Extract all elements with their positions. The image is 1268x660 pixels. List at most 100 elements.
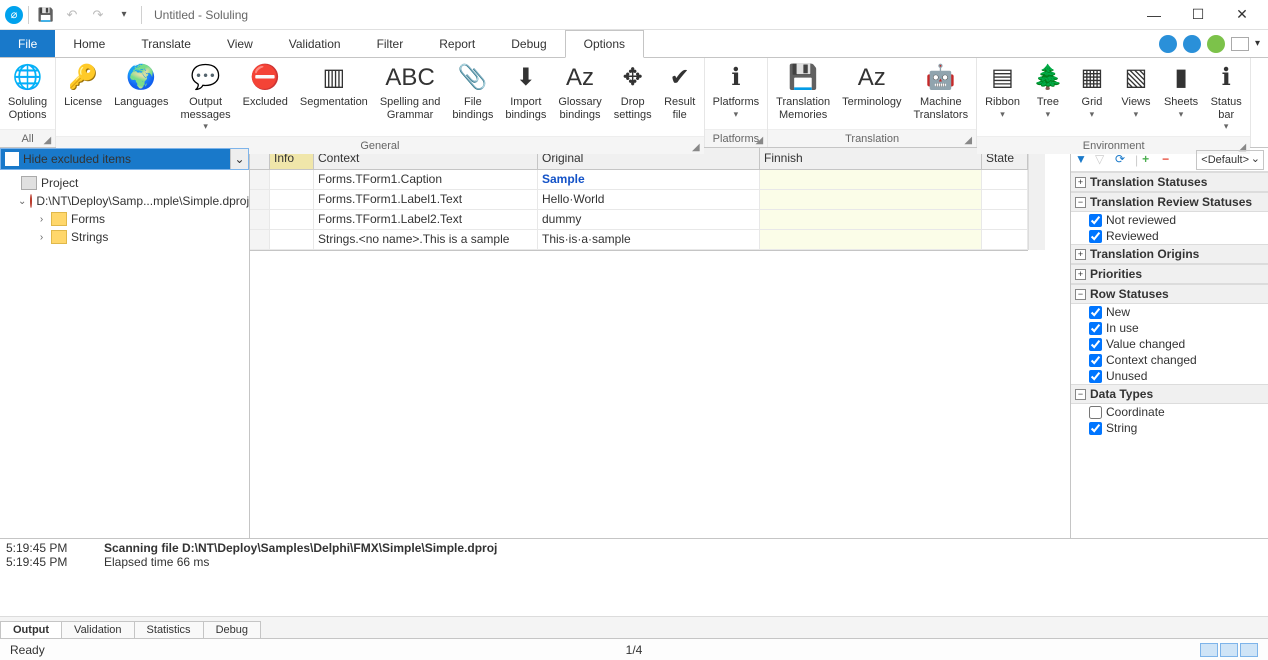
- row-selector[interactable]: [250, 230, 270, 250]
- row-status-item[interactable]: Value changed: [1071, 336, 1268, 352]
- cell-original[interactable]: Hello·World: [538, 190, 760, 210]
- cell-state[interactable]: [982, 230, 1028, 250]
- close-button[interactable]: ✕: [1220, 0, 1264, 30]
- cell-info[interactable]: [270, 230, 314, 250]
- ribbon-soluling[interactable]: 🌐SolulingOptions: [2, 60, 53, 123]
- section-row-statuses[interactable]: −Row Statuses: [1071, 284, 1268, 304]
- ribbon-statusv[interactable]: ℹStatusbar▾: [1204, 60, 1248, 134]
- ribbon-tm[interactable]: 💾TranslationMemories: [770, 60, 836, 123]
- checkbox[interactable]: [1089, 306, 1102, 319]
- cell-original[interactable]: dummy: [538, 210, 760, 230]
- tree-node-strings[interactable]: ›Strings: [2, 228, 247, 246]
- ribbon-term[interactable]: AᴢTerminology: [836, 60, 907, 111]
- data-type-item[interactable]: Coordinate: [1071, 404, 1268, 420]
- ribbon-segmentation[interactable]: ▥Segmentation: [294, 60, 374, 111]
- ribbon-license[interactable]: 🔑License: [58, 60, 108, 111]
- cell-state[interactable]: [982, 190, 1028, 210]
- checkbox[interactable]: [1089, 422, 1102, 435]
- tab-file[interactable]: File: [0, 30, 55, 57]
- output-body[interactable]: 5:19:45 PMScanning file D:\NT\Deploy\Sam…: [0, 539, 1268, 616]
- layout-icon-3[interactable]: [1240, 643, 1258, 657]
- cell-info[interactable]: [270, 210, 314, 230]
- ribbon-drop[interactable]: ✥Dropsettings: [608, 60, 658, 123]
- undo-icon[interactable]: ↶: [60, 3, 84, 27]
- tab-view[interactable]: View: [209, 30, 271, 57]
- ribbon-filebind[interactable]: 📎Filebindings: [446, 60, 499, 123]
- cell-info[interactable]: [270, 190, 314, 210]
- cell-state[interactable]: [982, 210, 1028, 230]
- ribbon-importbind[interactable]: ⬇Importbindings: [499, 60, 552, 123]
- ribbon-output[interactable]: 💬Outputmessages▾: [175, 60, 237, 134]
- section-origins[interactable]: +Translation Origins: [1071, 244, 1268, 264]
- app-icon[interactable]: ⌀: [5, 6, 23, 24]
- redo-icon[interactable]: ↷: [86, 3, 110, 27]
- ribbon-excluded[interactable]: ⛔Excluded: [237, 60, 294, 111]
- ribbon-glossary[interactable]: AᴢGlossarybindings: [552, 60, 607, 123]
- row-status-item[interactable]: Context changed: [1071, 352, 1268, 368]
- chevron-down-icon[interactable]: ⌄: [230, 149, 248, 169]
- feedback-icon[interactable]: [1183, 35, 1201, 53]
- cell-original[interactable]: This·is·a·sample: [538, 230, 760, 250]
- cell-context[interactable]: Forms.TForm1.Label1.Text: [314, 190, 538, 210]
- cell-finnish[interactable]: [760, 190, 982, 210]
- cell-finnish[interactable]: [760, 170, 982, 190]
- data-type-item[interactable]: String: [1071, 420, 1268, 436]
- checkbox[interactable]: [1089, 230, 1102, 243]
- section-translation-statuses[interactable]: +Translation Statuses: [1071, 172, 1268, 192]
- col-finnish[interactable]: Finnish: [760, 148, 982, 170]
- cell-original[interactable]: Sample: [538, 170, 760, 190]
- cell-context[interactable]: Forms.TForm1.Label2.Text: [314, 210, 538, 230]
- ribbon-treev[interactable]: 🌲Tree▾: [1026, 60, 1070, 121]
- minimize-button[interactable]: —: [1132, 0, 1176, 30]
- output-tab-output[interactable]: Output: [0, 621, 62, 638]
- translation-grid[interactable]: InfoContextOriginalFinnishStateForms.TFo…: [250, 148, 1028, 251]
- vertical-scrollbar[interactable]: [1028, 148, 1045, 250]
- review-status-item[interactable]: Reviewed: [1071, 228, 1268, 244]
- style-dropdown-icon[interactable]: [1231, 37, 1249, 51]
- ribbon-languages[interactable]: 🌍Languages: [108, 60, 174, 111]
- cell-state[interactable]: [982, 170, 1028, 190]
- layout-icon-2[interactable]: [1220, 643, 1238, 657]
- plus-icon[interactable]: +: [1142, 152, 1158, 168]
- alien-icon[interactable]: [1207, 35, 1225, 53]
- ribbon-viewsv[interactable]: ▧Views▾: [1114, 60, 1158, 121]
- checkbox[interactable]: [1089, 354, 1102, 367]
- ribbon-platforms[interactable]: ℹPlatforms▾: [707, 60, 765, 121]
- layout-icon-1[interactable]: [1200, 643, 1218, 657]
- tab-translate[interactable]: Translate: [123, 30, 209, 57]
- checkbox[interactable]: [1089, 370, 1102, 383]
- checkbox[interactable]: [1089, 406, 1102, 419]
- review-status-item[interactable]: Not reviewed: [1071, 212, 1268, 228]
- filter-combo[interactable]: Hide excluded items ⌄: [0, 148, 249, 170]
- section-priorities[interactable]: +Priorities: [1071, 264, 1268, 284]
- tab-options[interactable]: Options: [565, 30, 644, 58]
- ribbon-mt[interactable]: 🤖MachineTranslators: [907, 60, 974, 123]
- row-selector[interactable]: [250, 210, 270, 230]
- tab-debug[interactable]: Debug: [493, 30, 564, 57]
- cell-context[interactable]: Forms.TForm1.Caption: [314, 170, 538, 190]
- row-selector[interactable]: [250, 190, 270, 210]
- row-status-item[interactable]: Unused: [1071, 368, 1268, 384]
- help-icon[interactable]: [1159, 35, 1177, 53]
- save-icon[interactable]: 💾: [34, 3, 58, 27]
- output-tab-debug[interactable]: Debug: [203, 621, 261, 638]
- row-status-item[interactable]: New: [1071, 304, 1268, 320]
- cell-context[interactable]: Strings.<no name>.This is a sample: [314, 230, 538, 250]
- ribbon-gridv[interactable]: ▦Grid▾: [1070, 60, 1114, 121]
- tab-filter[interactable]: Filter: [359, 30, 422, 57]
- tree-root[interactable]: Project: [2, 174, 247, 192]
- filter-preset-select[interactable]: <Default>: [1196, 150, 1264, 170]
- checkbox[interactable]: [1089, 322, 1102, 335]
- maximize-button[interactable]: ☐: [1176, 0, 1220, 30]
- ribbon-sheetsv[interactable]: ▮Sheets▾: [1158, 60, 1204, 121]
- project-tree[interactable]: Project ⌄D:\NT\Deploy\Samp...mple\Simple…: [0, 170, 249, 538]
- minus-icon[interactable]: −: [1162, 152, 1178, 168]
- checkbox[interactable]: [1089, 338, 1102, 351]
- tab-home[interactable]: Home: [55, 30, 123, 57]
- tree-node-forms[interactable]: ›Forms: [2, 210, 247, 228]
- row-status-item[interactable]: In use: [1071, 320, 1268, 336]
- tree-file[interactable]: ⌄D:\NT\Deploy\Samp...mple\Simple.dproj: [2, 192, 247, 210]
- qat-dropdown-icon[interactable]: ▾: [112, 3, 136, 27]
- output-tab-statistics[interactable]: Statistics: [134, 621, 204, 638]
- row-selector[interactable]: [250, 170, 270, 190]
